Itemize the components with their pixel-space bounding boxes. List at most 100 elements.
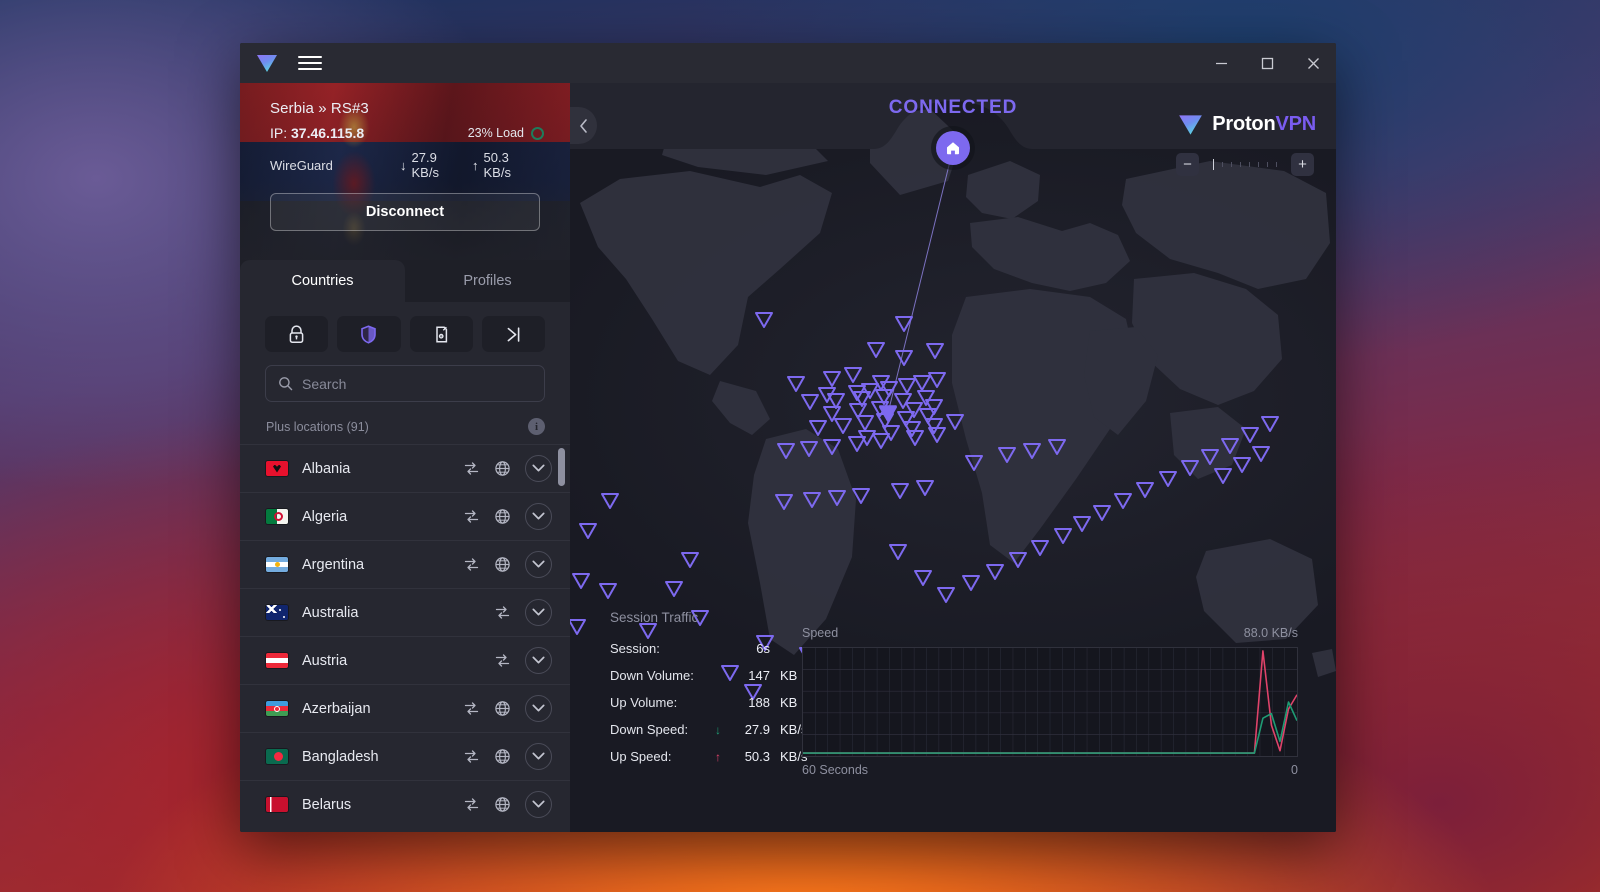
tor-globe-icon[interactable] [494, 748, 511, 765]
server-pin[interactable] [929, 373, 945, 387]
server-pin[interactable] [1202, 450, 1218, 464]
p2p-icon[interactable] [494, 604, 511, 621]
country-row[interactable]: Belarus [240, 780, 570, 828]
server-pin[interactable] [857, 416, 873, 430]
kill-switch-button[interactable] [410, 316, 473, 352]
server-pin[interactable] [892, 484, 908, 498]
server-pin[interactable] [999, 448, 1015, 462]
server-pin[interactable] [835, 419, 851, 433]
country-list[interactable]: Albania Algeria Arge [240, 444, 570, 832]
server-pin[interactable] [873, 434, 889, 448]
expand-country-button[interactable] [525, 503, 552, 530]
server-pin[interactable] [802, 395, 818, 409]
info-icon[interactable]: i [528, 418, 545, 435]
p2p-icon[interactable] [463, 796, 480, 813]
server-pin[interactable] [602, 494, 618, 508]
p2p-icon[interactable] [463, 556, 480, 573]
server-pin[interactable] [915, 571, 931, 585]
zoom-out-button[interactable]: − [1176, 153, 1199, 176]
server-pin[interactable] [1262, 417, 1278, 431]
p2p-icon[interactable] [463, 748, 480, 765]
secure-core-button[interactable] [265, 316, 328, 352]
tab-profiles[interactable]: Profiles [405, 260, 570, 302]
tor-globe-icon[interactable] [494, 556, 511, 573]
home-marker[interactable] [936, 131, 970, 165]
country-row[interactable]: Albania [240, 444, 570, 492]
server-pin[interactable] [845, 368, 861, 382]
close-button[interactable] [1290, 43, 1336, 83]
hamburger-menu-icon[interactable] [298, 51, 322, 75]
server-pin[interactable] [890, 545, 906, 559]
country-list-scrollbar[interactable] [558, 444, 565, 832]
server-pin[interactable] [1032, 541, 1048, 555]
server-pin[interactable] [1094, 506, 1110, 520]
country-row[interactable]: Australia [240, 588, 570, 636]
expand-country-button[interactable] [525, 743, 552, 770]
server-pin[interactable] [1115, 494, 1131, 508]
server-pin[interactable] [947, 415, 963, 429]
server-pin[interactable] [1024, 444, 1040, 458]
server-pin[interactable] [1055, 529, 1071, 543]
country-row[interactable]: Algeria [240, 492, 570, 540]
server-pin[interactable] [580, 524, 596, 538]
p2p-icon[interactable] [463, 460, 480, 477]
server-pin[interactable] [896, 317, 912, 331]
server-pin[interactable] [963, 576, 979, 590]
server-pin[interactable] [1137, 483, 1153, 497]
server-pin[interactable] [600, 584, 616, 598]
server-pin[interactable] [927, 344, 943, 358]
country-row[interactable]: Argentina [240, 540, 570, 588]
server-pin[interactable] [824, 440, 840, 454]
server-pin[interactable] [788, 377, 804, 391]
maximize-button[interactable] [1244, 43, 1290, 83]
server-pin[interactable] [917, 481, 933, 495]
server-pin[interactable] [824, 372, 840, 386]
server-pin[interactable] [1010, 553, 1026, 567]
port-forwarding-button[interactable] [482, 316, 545, 352]
server-pin[interactable] [804, 493, 820, 507]
server-pin[interactable] [899, 379, 915, 393]
scrollbar-thumb[interactable] [558, 448, 565, 486]
tor-globe-icon[interactable] [494, 796, 511, 813]
server-pin[interactable] [756, 313, 772, 327]
disconnect-button[interactable]: Disconnect [270, 193, 540, 231]
server-pin[interactable] [1215, 469, 1231, 483]
server-pin[interactable] [1160, 472, 1176, 486]
server-pin[interactable] [1222, 439, 1238, 453]
server-pin[interactable] [776, 495, 792, 509]
server-pin[interactable] [966, 456, 982, 470]
server-pin[interactable] [1074, 517, 1090, 531]
server-pin[interactable] [1182, 461, 1198, 475]
server-pin[interactable] [914, 376, 930, 390]
server-pin[interactable] [801, 442, 817, 456]
world-map[interactable]: CONNECTED ProtonVPN − [570, 83, 1336, 832]
netshield-button[interactable] [337, 316, 400, 352]
server-pin[interactable] [573, 574, 589, 588]
tor-globe-icon[interactable] [494, 460, 511, 477]
server-pin[interactable] [666, 582, 682, 596]
server-pin[interactable] [1234, 458, 1250, 472]
expand-country-button[interactable] [525, 599, 552, 626]
tor-globe-icon[interactable] [494, 700, 511, 717]
expand-country-button[interactable] [525, 791, 552, 818]
server-pin[interactable] [987, 565, 1003, 579]
server-pin[interactable] [829, 491, 845, 505]
expand-country-button[interactable] [525, 551, 552, 578]
tor-globe-icon[interactable] [494, 508, 511, 525]
country-row[interactable]: Azerbaijan [240, 684, 570, 732]
country-row[interactable]: Bangladesh [240, 732, 570, 780]
expand-country-button[interactable] [525, 695, 552, 722]
server-pin[interactable] [1049, 440, 1065, 454]
tab-countries[interactable]: Countries [240, 260, 405, 302]
search-input[interactable] [302, 376, 532, 392]
expand-country-button[interactable] [525, 455, 552, 482]
server-pin[interactable] [868, 343, 884, 357]
server-pin[interactable] [896, 351, 912, 365]
server-pin[interactable] [1242, 428, 1258, 442]
p2p-icon[interactable] [494, 652, 511, 669]
server-pin[interactable] [1253, 447, 1269, 461]
server-pin[interactable] [570, 620, 585, 634]
country-row[interactable]: Austria [240, 636, 570, 684]
expand-country-button[interactable] [525, 647, 552, 674]
zoom-slider[interactable] [1204, 159, 1286, 170]
